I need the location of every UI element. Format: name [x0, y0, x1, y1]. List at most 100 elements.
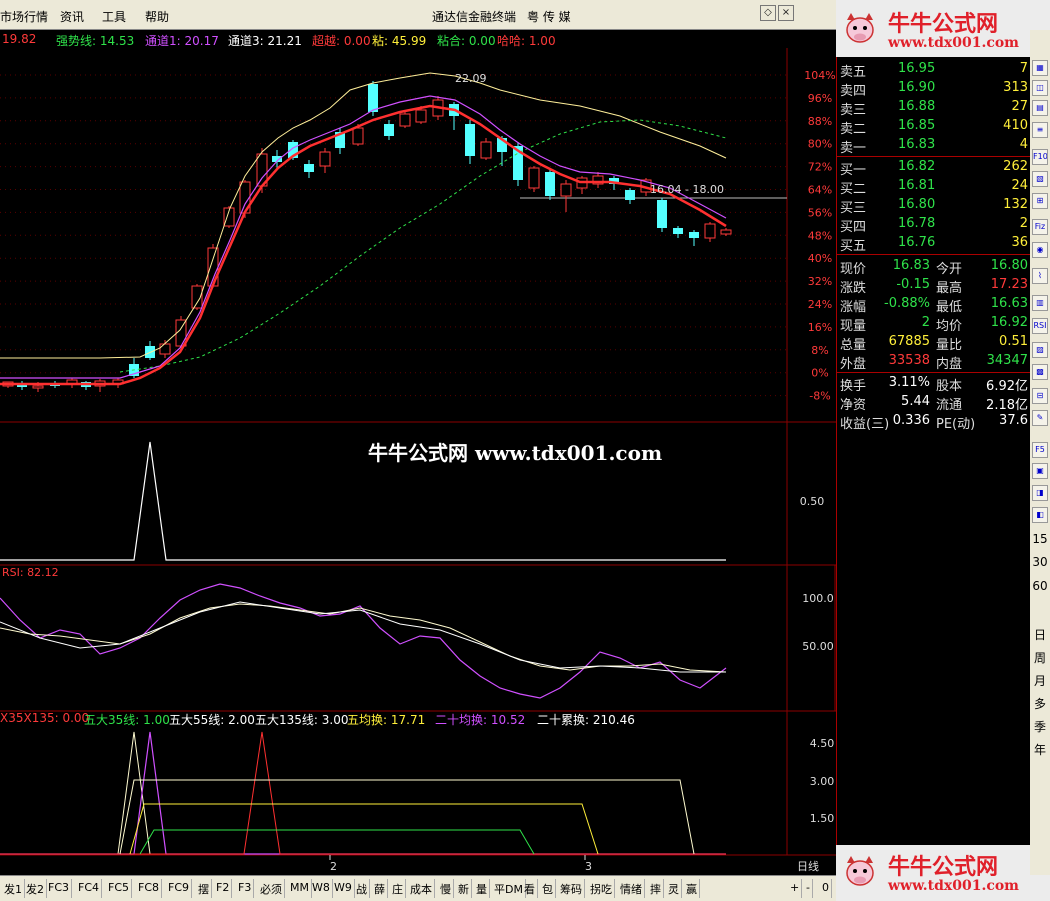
close-icon[interactable]: ×: [778, 5, 794, 21]
tool-icon[interactable]: ▧: [1032, 171, 1048, 187]
rsi-icon[interactable]: RSI: [1032, 318, 1048, 334]
zoom-out-button[interactable]: -: [804, 879, 813, 898]
order-label: 卖四: [840, 84, 867, 99]
formula-tab[interactable]: 平DM: [492, 879, 526, 898]
formula-tab[interactable]: F3: [236, 879, 255, 898]
candle-body: [384, 124, 394, 136]
tool-icon[interactable]: ≡: [1032, 122, 1048, 138]
indicator-stick: 粘: 45.99: [372, 34, 427, 48]
formula-tab[interactable]: MM: [288, 879, 312, 898]
formula-tab[interactable]: 包: [540, 879, 556, 898]
stat-value: 16.80: [990, 258, 1028, 273]
formula-tab[interactable]: 量: [474, 879, 490, 898]
tool-icon[interactable]: ⊟: [1032, 388, 1048, 404]
f10-icon[interactable]: F10: [1032, 149, 1048, 165]
formula-tab[interactable]: 看: [522, 879, 538, 898]
tool-icon[interactable]: ⌇: [1032, 268, 1048, 284]
formula-tab[interactable]: FC9: [166, 879, 193, 898]
formula-tab[interactable]: FC8: [136, 879, 163, 898]
pencil-icon[interactable]: ✎: [1032, 410, 1048, 426]
period-month[interactable]: 月: [1031, 672, 1049, 689]
f5-icon[interactable]: F5: [1032, 442, 1048, 458]
order-label: 卖一: [840, 141, 867, 156]
tool-icon[interactable]: ▨: [1032, 342, 1048, 358]
price-axis-label: 64%: [808, 184, 832, 197]
fiz-icon[interactable]: Fiz: [1032, 219, 1048, 235]
period-quarter[interactable]: 季: [1031, 718, 1049, 735]
tool-icon[interactable]: ◉: [1032, 242, 1048, 258]
period-15min[interactable]: 15: [1031, 532, 1049, 546]
menu-market[interactable]: 市场行情: [0, 8, 48, 25]
formula-tab[interactable]: 拐吃: [588, 879, 615, 898]
sell-row: 卖二 16.85 410: [838, 117, 1030, 137]
period-year[interactable]: 年: [1031, 741, 1049, 758]
order-volume: 27: [1011, 99, 1028, 114]
formula-tab[interactable]: W9: [332, 879, 355, 898]
formula-tab[interactable]: 发1: [2, 879, 25, 898]
label-x35x135: X35X135: 0.00: [0, 711, 90, 725]
formula-tab[interactable]: FC5: [106, 879, 133, 898]
indicator-value: 19.82: [2, 32, 37, 46]
menu-help[interactable]: 帮助: [145, 8, 169, 25]
reset-button[interactable]: 0: [820, 879, 832, 898]
stat-label: 外盘: [840, 357, 867, 372]
candle: [720, 228, 732, 236]
tool-icon[interactable]: ◨: [1032, 485, 1048, 501]
formula-tab[interactable]: 灵: [666, 879, 682, 898]
formula-tab[interactable]: FC3: [46, 879, 73, 898]
menu-tools[interactable]: 工具: [102, 8, 126, 25]
formula-tab[interactable]: 筹码: [558, 879, 585, 898]
tool-icon[interactable]: ▤: [1032, 100, 1048, 116]
tool-icon[interactable]: ▦: [1032, 60, 1048, 76]
period-day[interactable]: 日: [1031, 626, 1049, 643]
formula-tab[interactable]: 庄: [390, 879, 406, 898]
order-price: 16.90: [898, 80, 936, 95]
formula-tab[interactable]: 摔: [648, 879, 664, 898]
formula-tab[interactable]: 战: [354, 879, 370, 898]
quote-separator: [836, 372, 1030, 373]
period-week[interactable]: 周: [1031, 649, 1049, 666]
period-multi[interactable]: 多: [1031, 695, 1049, 712]
candle-body: [352, 127, 364, 145]
tool-icon[interactable]: ⊞: [1032, 193, 1048, 209]
formula-tab[interactable]: 成本: [408, 879, 435, 898]
formula-tab[interactable]: F2: [214, 879, 233, 898]
price-axis-label: 16%: [808, 321, 832, 334]
tool-icon[interactable]: ▩: [1032, 364, 1048, 380]
formula-tab[interactable]: 薛: [372, 879, 388, 898]
formula-tabs: 发1 发2 FC3 FC4 FC5 FC8 FC9 摆 F2 F3 必须 MM W8 W9 战薛庄成本慢新量…: [0, 875, 836, 901]
formula-tab[interactable]: 情绪: [618, 879, 645, 898]
formula-tab[interactable]: 慢: [438, 879, 454, 898]
tool-icon[interactable]: ▥: [1032, 295, 1048, 311]
stat-value: -0.88%: [884, 296, 930, 311]
formula-tab[interactable]: 新: [456, 879, 472, 898]
order-price: 16.83: [898, 137, 936, 152]
period-30min[interactable]: 30: [1031, 555, 1049, 569]
formula-tab[interactable]: 必须: [258, 879, 285, 898]
rsi-ma-line: [0, 603, 727, 673]
stat-label: 均价: [936, 319, 963, 334]
order-price: 16.85: [898, 118, 936, 133]
candle: [673, 226, 683, 238]
signal-axis-label: 0.50: [800, 495, 825, 508]
stat-label: 量比: [936, 338, 963, 353]
formula-tab[interactable]: W8: [310, 879, 333, 898]
formula-tab[interactable]: 赢: [684, 879, 700, 898]
tool-icon[interactable]: ▣: [1032, 463, 1048, 479]
tool-icon[interactable]: ◫: [1032, 80, 1048, 96]
stat-label: 现量: [840, 319, 867, 334]
tool-icon[interactable]: ◧: [1032, 507, 1048, 523]
options-icon[interactable]: ◇: [760, 5, 776, 21]
stat-row: 涨跌 -0.15 最高 17.23: [838, 276, 1030, 296]
candle-body: [159, 343, 171, 355]
formula-tab[interactable]: 摆: [196, 879, 212, 898]
zoom-in-button[interactable]: +: [788, 879, 803, 898]
period-60min[interactable]: 60: [1031, 579, 1049, 593]
formula-tab[interactable]: FC4: [76, 879, 103, 898]
menu-news[interactable]: 资讯: [60, 8, 84, 25]
stat-label: 流通: [936, 398, 963, 413]
order-price: 16.82: [898, 159, 936, 174]
period-label[interactable]: 日线: [797, 859, 819, 873]
formula-tab[interactable]: 发2: [24, 879, 47, 898]
app-title: 通达信金融终端: [432, 10, 517, 24]
